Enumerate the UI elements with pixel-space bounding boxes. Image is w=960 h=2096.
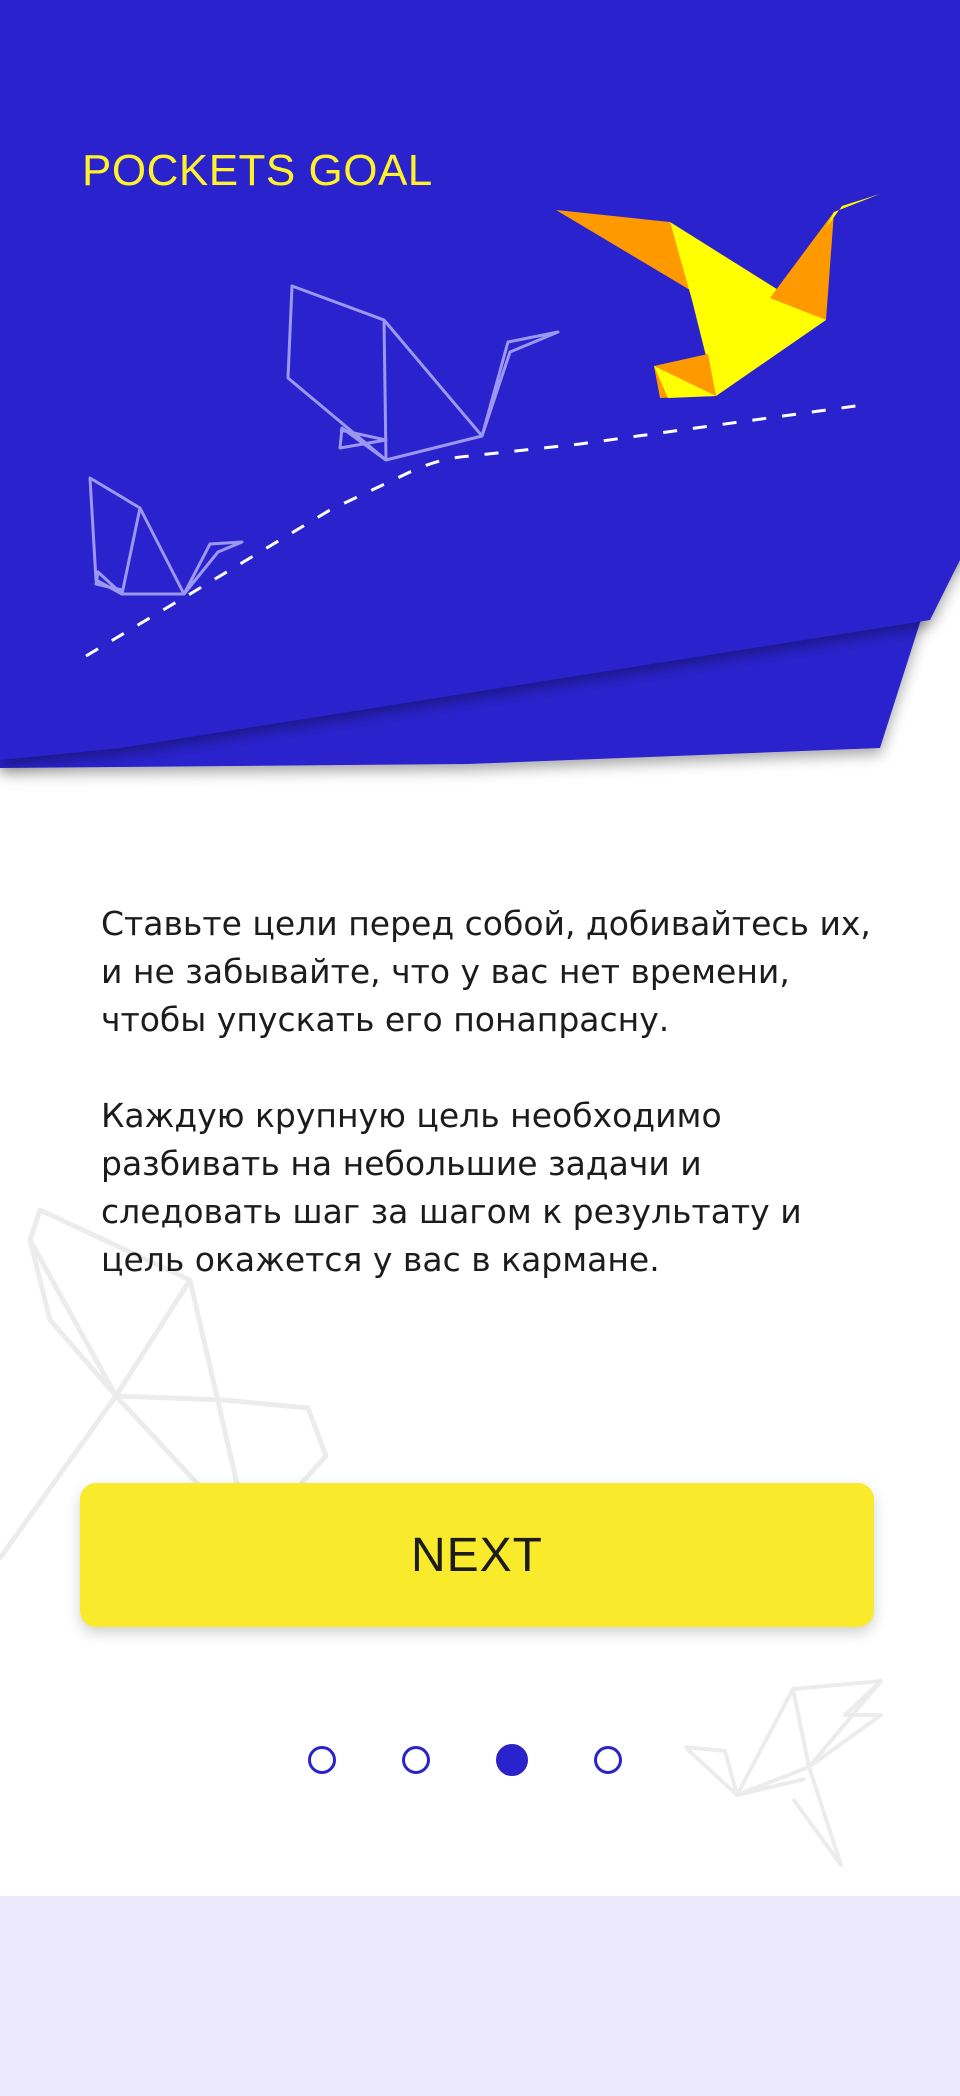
bg-crane-right-icon xyxy=(685,1679,883,1867)
description-paragraph-2: Каждую крупную цель необходимо разбивать… xyxy=(101,1096,802,1279)
app-title: POCKETS GOAL xyxy=(82,146,433,195)
footer-band xyxy=(0,1896,960,2096)
page-dot-3-active[interactable] xyxy=(496,1744,528,1776)
page-dot-1[interactable] xyxy=(308,1746,336,1774)
onboarding-description: Ставьте цели перед собой, добивайтесь их… xyxy=(101,900,881,1332)
page-dot-4[interactable] xyxy=(594,1746,622,1774)
description-paragraph-1: Ставьте цели перед собой, добивайтесь их… xyxy=(101,904,871,1039)
hero-illustration xyxy=(0,0,960,768)
hero-banner: POCKETS GOAL xyxy=(0,0,960,790)
page-dot-2[interactable] xyxy=(402,1746,430,1774)
pagination-dots xyxy=(308,1744,622,1780)
next-button[interactable]: NEXT xyxy=(80,1483,874,1627)
